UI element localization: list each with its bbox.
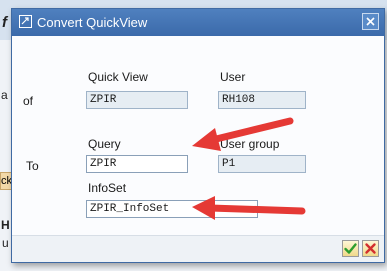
checkmark-icon xyxy=(344,243,357,254)
background-text-fragment: u xyxy=(2,236,9,250)
screen: f a ck H u Convert QuickView Quick View … xyxy=(0,0,387,271)
user-label: User xyxy=(220,70,246,84)
query-input[interactable]: ZPIR xyxy=(86,155,188,173)
quickview-field[interactable]: ZPIR xyxy=(86,91,188,109)
infoset-label: InfoSet xyxy=(88,181,127,195)
confirm-button[interactable] xyxy=(342,240,359,257)
source-prefix-label: of xyxy=(23,94,34,108)
convert-quickview-dialog: Convert QuickView Quick View User of ZPI… xyxy=(11,8,385,263)
close-button[interactable] xyxy=(362,13,379,30)
dialog-footer xyxy=(12,235,384,262)
user-field[interactable]: RH108 xyxy=(218,91,306,109)
infoset-input[interactable]: ZPIR_InfoSet xyxy=(86,200,258,218)
background-text-fragment: a xyxy=(1,88,8,102)
background-text-fragment: f xyxy=(2,14,7,31)
usergroup-field[interactable]: P1 xyxy=(218,155,306,173)
background-text-fragment: H xyxy=(1,218,10,232)
usergroup-label: User group xyxy=(220,137,280,151)
close-icon xyxy=(366,17,375,26)
query-label: Query xyxy=(88,137,121,151)
dialog-title: Convert QuickView xyxy=(37,15,148,30)
quickview-label: Quick View xyxy=(88,70,148,84)
cancel-x-icon xyxy=(365,243,376,254)
target-prefix-label: To xyxy=(26,159,39,173)
cancel-button[interactable] xyxy=(362,240,379,257)
dialog-titlebar[interactable]: Convert QuickView xyxy=(12,9,384,36)
dialog-window-icon xyxy=(19,15,32,28)
